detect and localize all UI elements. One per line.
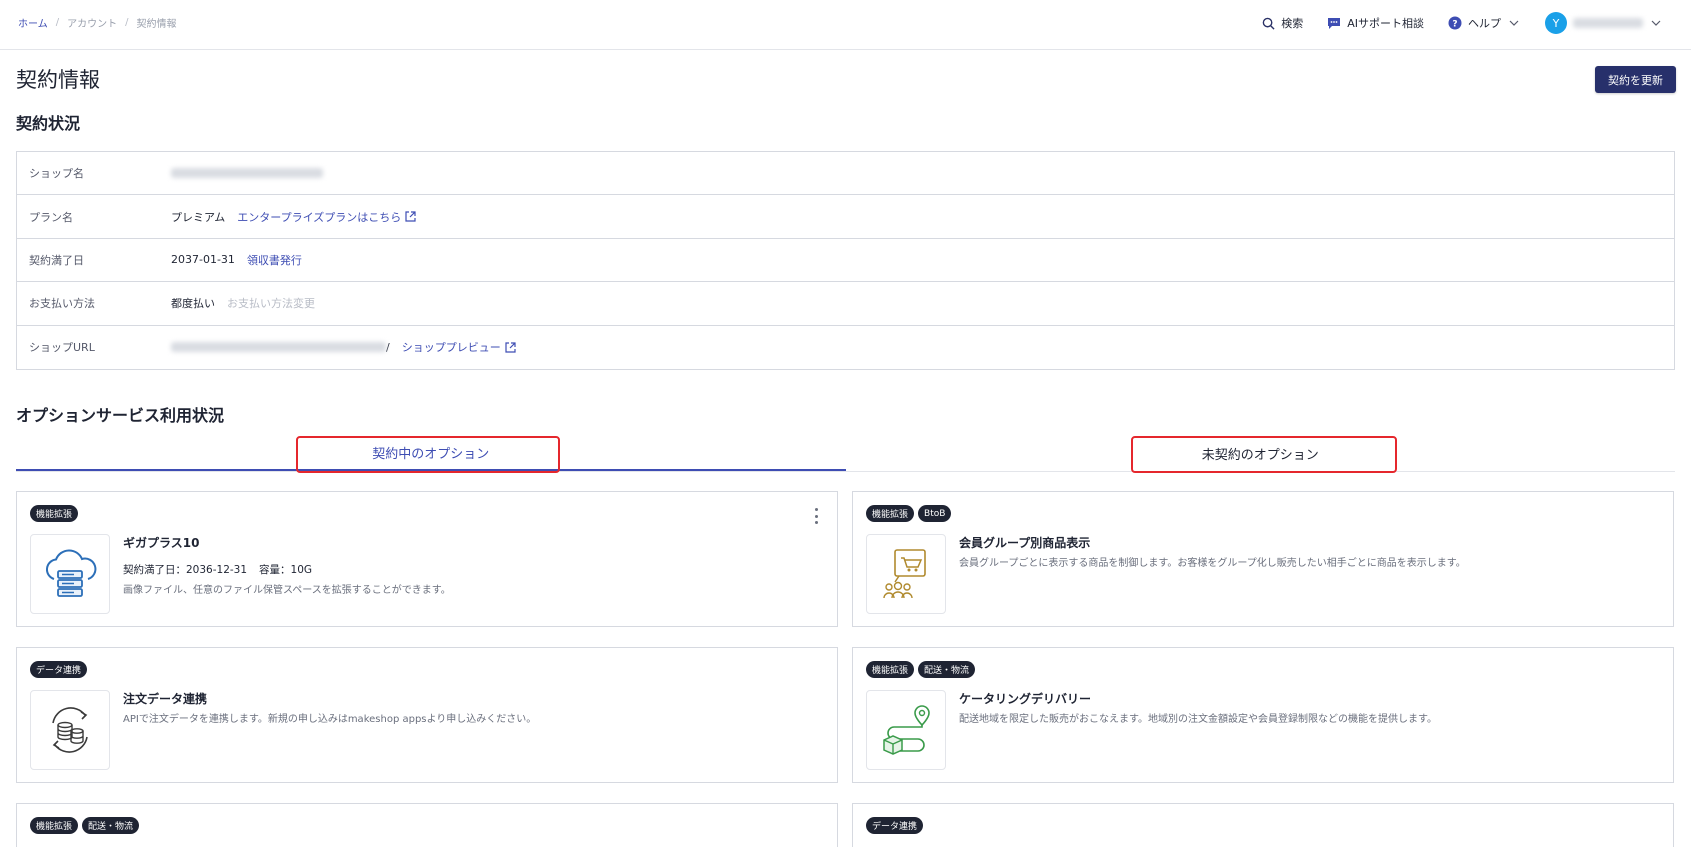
shop-url-redacted [171,342,386,353]
card-tags: 機能拡張 配送・物流 [866,661,976,678]
tab-contracted-options[interactable]: 契約中のオプション [16,436,846,471]
option-card[interactable]: 機能拡張 ギガプラス10 契約満了日：2036-12-31 容量：10G 画像フ… [16,491,838,627]
shop-url-value: / ショッププレビュー [171,339,516,355]
tab-uncontracted-options[interactable]: 未契約のオプション [846,436,1676,471]
ai-support-button[interactable]: AIサポート相談 [1327,15,1424,31]
user-name-redacted [1573,18,1643,28]
card-expiry: 契約満了日：2036-12-31 [123,564,248,576]
payment-method-label: お支払い方法 [29,297,95,311]
svg-text:?: ? [1452,20,1457,30]
shop-name-label: ショップ名 [29,167,84,181]
tag: BtoB [918,505,952,522]
enterprise-plan-link[interactable]: エンタープライズプランはこちら [237,209,416,225]
enterprise-plan-link-label: エンタープライズプランはこちら [237,210,402,224]
plan-name-value: プレミアム エンタープライズプランはこちら [171,209,416,225]
expiry-date: 2037-01-31 [171,253,235,267]
page-title: 契約情報 [16,68,100,92]
external-link-icon [505,342,516,353]
tag: 配送・物流 [918,661,976,678]
shop-preview-link-label: ショッププレビュー [401,341,501,355]
breadcrumb-current: 契約情報 [136,19,177,30]
option-card[interactable]: 機能拡張 配送・物流 ケータリングデリバリー 配送地域を限定した販売がおこなえま… [852,647,1674,783]
table-row: 契約満了日 2037-01-31 領収書発行 [17,239,1674,283]
chevron-down-icon [1649,16,1663,30]
tag: 機能拡張 [30,505,79,522]
breadcrumb-account[interactable]: アカウント [67,15,117,30]
shop-url-label: ショップURL [29,341,95,355]
expiry-value: 2037-01-31 領収書発行 [171,252,302,268]
plan-name-text: プレミアム [171,210,226,224]
breadcrumb: ホーム / アカウント / 契約情報 [18,15,176,30]
options-section-title: オプションサービス利用状況 [16,406,225,425]
external-link-icon [405,211,416,222]
delivery-route-icon [866,690,946,770]
plan-name-label: プラン名 [29,210,73,224]
breadcrumb-separator: / [125,17,129,28]
card-title: ケータリングデリバリー [959,692,1092,706]
breadcrumb-home[interactable]: ホーム [18,15,48,30]
tag: 配送・物流 [82,817,140,834]
card-tags: データ連携 [866,817,924,834]
search-button[interactable]: 検索 [1261,15,1303,31]
tag: データ連携 [30,661,88,678]
avatar: Y [1545,12,1567,34]
contract-status-title: 契約状況 [16,114,81,133]
more-options-icon[interactable] [811,508,821,524]
help-menu[interactable]: ? ヘルプ [1448,15,1521,31]
card-description: 画像ファイル、任意のファイル保管スペースを拡張することができます。 [123,585,451,596]
ai-support-label: AIサポート相談 [1347,17,1424,30]
header-actions: 検索 AIサポート相談 ? ヘルプ Y [1261,12,1663,34]
option-card[interactable]: 機能拡張 BtoB 会員グループ別商品表示 会員グループごとに表示する商品を制御… [852,491,1674,627]
option-tabs: 契約中のオプション 未契約のオプション [16,436,1675,472]
member-group-cart-icon [866,534,946,614]
table-row: プラン名 プレミアム エンタープライズプランはこちら [17,195,1674,239]
card-description: 配送地域を限定した販売がおこなえます。地域別の注文金額設定や会員登録制限などの機… [959,714,1437,725]
tag: 機能拡張 [866,661,915,678]
payment-method-text: 都度払い [171,297,215,311]
chevron-down-icon [1507,16,1521,30]
card-title: 注文データ連携 [123,692,208,706]
breadcrumb-separator: / [55,17,60,28]
tag: 機能拡張 [30,817,79,834]
receipt-link[interactable]: 領収書発行 [247,252,302,268]
card-capacity: 容量：10G [259,564,313,576]
payment-method-value: 都度払い お支払い方法変更 [171,295,315,311]
data-sync-icon [30,690,110,770]
card-tags: 機能拡張 [30,505,79,522]
card-description: APIで注文データを連携します。新規の申し込みはmakeshop appsより申… [123,714,537,725]
tag: データ連携 [866,817,924,834]
update-contract-button[interactable]: 契約を更新 [1595,66,1676,93]
card-tags: 機能拡張 BtoB [866,505,952,522]
contract-table: ショップ名 プラン名 プレミアム エンタープライズプランはこちら 契約満了日 2… [16,151,1675,370]
card-description: 会員グループごとに表示する商品を制御します。お客様をグループ化し販売したい相手ご… [959,558,1466,569]
option-card[interactable]: データ連携 注文データ連携 APIで注文データを連携します。新規の申し込みはma… [16,647,838,783]
cloud-server-icon [30,534,110,614]
table-row: ショップURL / ショッププレビュー [17,326,1674,369]
table-row: お支払い方法 都度払い お支払い方法変更 [17,282,1674,326]
card-title: ギガプラス10 [123,536,200,550]
card-tags: データ連携 [30,661,88,678]
search-icon [1261,16,1275,30]
user-menu[interactable]: Y [1545,12,1663,34]
top-bar: ホーム / アカウント / 契約情報 検索 AIサポート相談 ? ヘルプ Y [0,0,1691,50]
table-row: ショップ名 [17,152,1674,196]
card-title: 会員グループ別商品表示 [959,536,1091,550]
shop-url-tail: / [386,340,390,354]
tag: 機能拡張 [866,505,915,522]
expiry-label: 契約満了日 [29,253,84,267]
help-icon: ? [1448,16,1462,30]
option-card[interactable]: データ連携 [852,803,1674,847]
chat-icon [1327,16,1341,30]
help-label: ヘルプ [1468,17,1501,30]
shop-name-redacted [171,168,323,179]
shop-name-value [171,168,323,179]
option-card[interactable]: 機能拡張 配送・物流 [16,803,838,847]
card-tags: 機能拡張 配送・物流 [30,817,140,834]
card-meta: 契約満了日：2036-12-31 容量：10G [123,562,312,577]
shop-preview-link[interactable]: ショッププレビュー [402,339,516,355]
change-payment-link[interactable]: お支払い方法変更 [227,295,315,311]
search-label: 検索 [1281,17,1304,30]
